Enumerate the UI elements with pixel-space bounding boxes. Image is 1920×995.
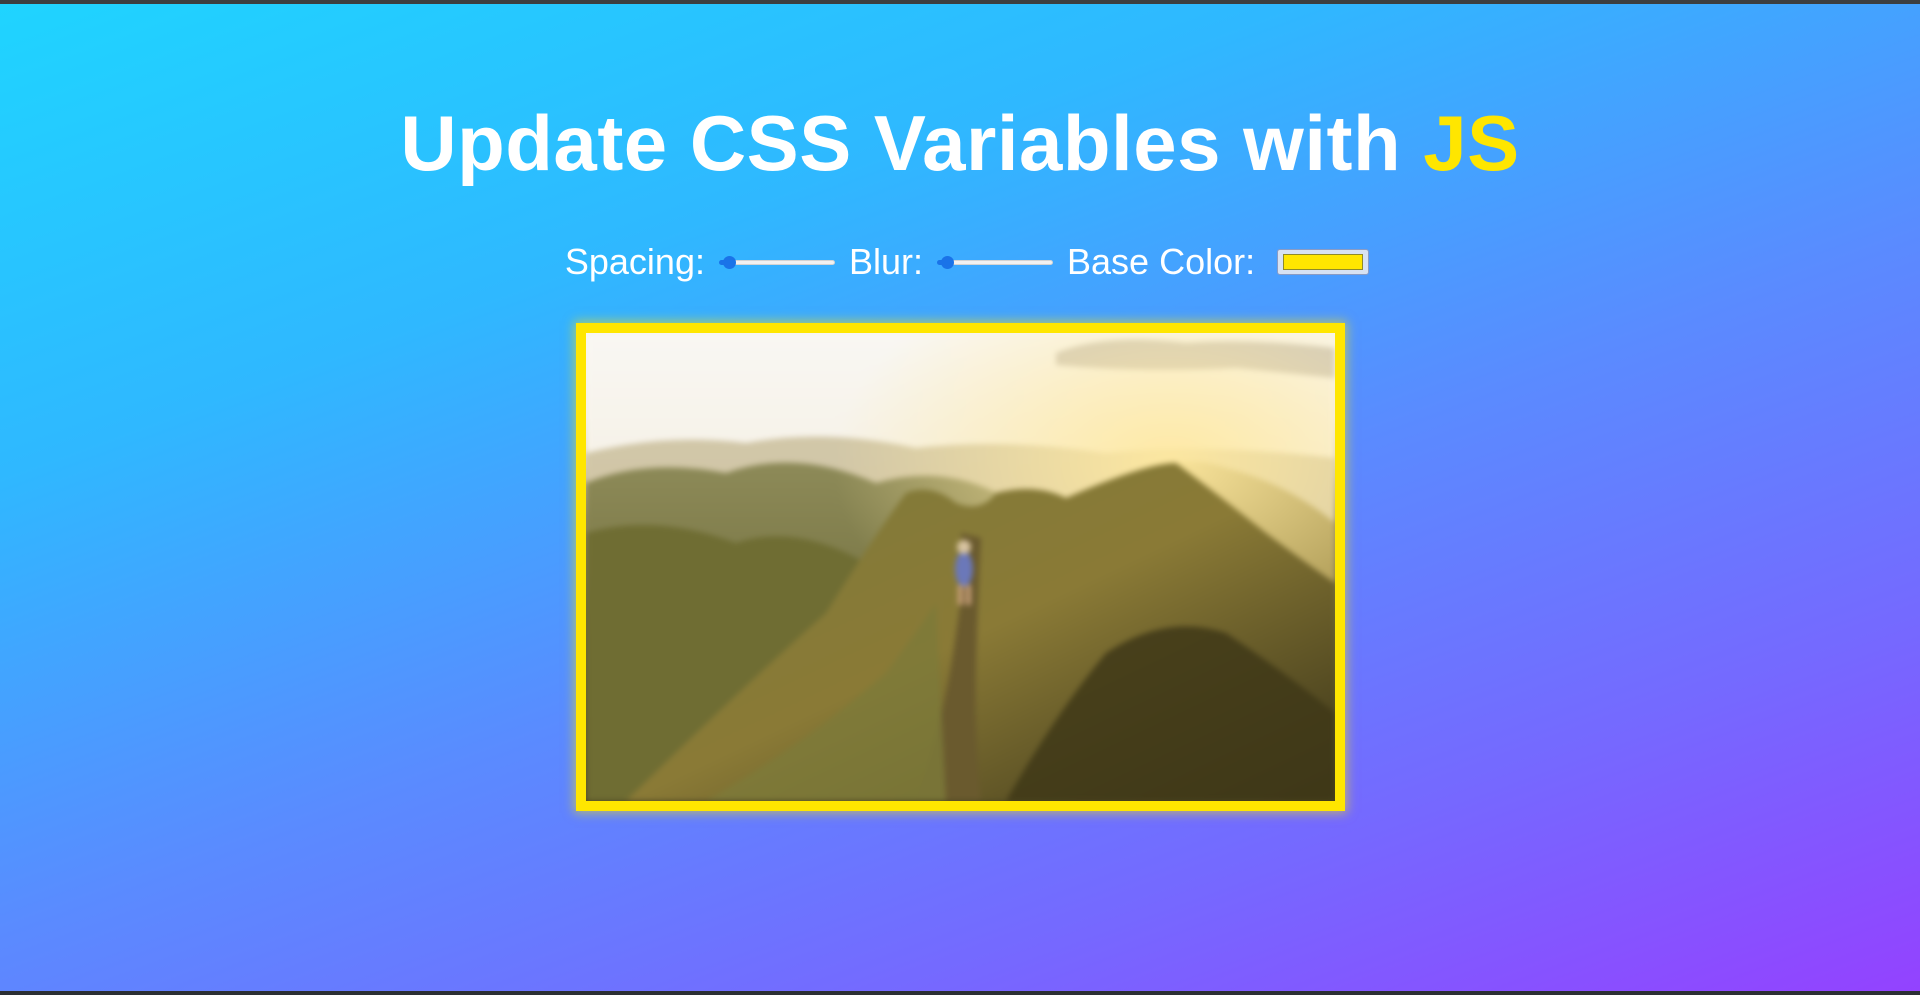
mountain-hiker-photo (586, 333, 1335, 801)
title-text: Update CSS Variables with (400, 99, 1424, 187)
blur-label: Blur: (848, 241, 924, 282)
blur-slider[interactable] (933, 252, 1054, 272)
spacing-slider[interactable] (715, 252, 835, 272)
title-highlight: JS (1423, 99, 1520, 187)
blur-slider-thumb[interactable] (941, 256, 955, 269)
page-title: Update CSS Variables with JS (0, 98, 1920, 188)
controls-bar: Spacing: Blur: Base Color: (0, 240, 1920, 284)
base-color-label: Base Color: (1067, 241, 1256, 282)
spacing-slider-track (720, 260, 835, 265)
page-background: Update CSS Variables with JS Spacing: Bl… (0, 4, 1920, 991)
blur-slider-track (939, 260, 1054, 265)
mountain-landscape-image (586, 333, 1335, 801)
base-color-swatch (1283, 254, 1364, 270)
spacing-label: Spacing: (564, 241, 705, 282)
browser-bottom-edge (0, 991, 1920, 995)
image-frame (576, 323, 1345, 811)
base-color-picker[interactable] (1277, 249, 1370, 275)
spacing-slider-thumb[interactable] (722, 256, 736, 269)
